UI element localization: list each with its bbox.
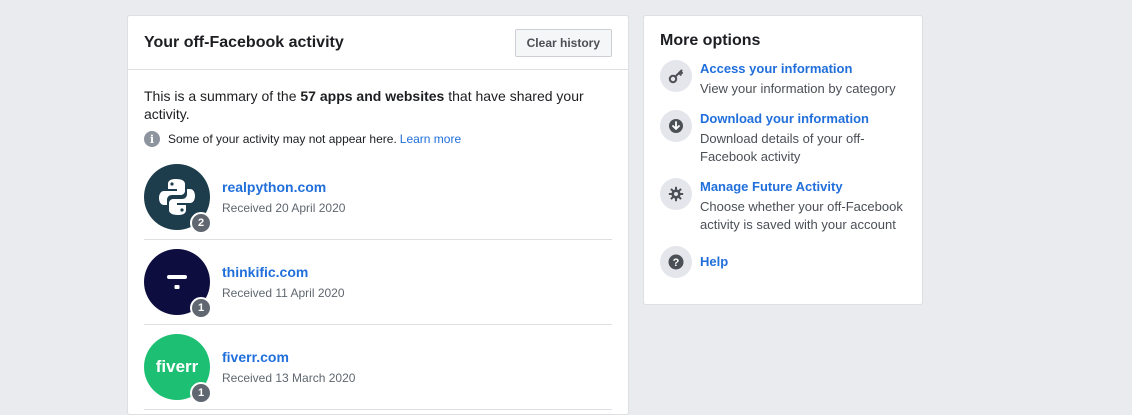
manage-future-activity-link[interactable]: Manage Future Activity [700,178,912,195]
notice: i Some of your activity may not appear h… [144,131,612,147]
download-information-link[interactable]: Download your information [700,110,912,127]
app-date: Received 11 April 2020 [222,286,345,300]
app-logo-wrap: 1 [144,249,212,319]
summary-count: 57 apps and websites [300,88,445,104]
app-list: 2 realpython.com Received 20 April 2020 [144,155,612,410]
app-info: fiverr.com Received 13 March 2020 [222,349,355,385]
fiverr-logo-text: fiverr [155,357,199,376]
more-options-card: More options Access your information Vie… [643,15,923,305]
app-name-link[interactable]: thinkific.com [222,264,345,280]
card-body: This is a summary of the 57 apps and web… [128,70,628,410]
access-information-link[interactable]: Access your information [700,60,912,77]
option-text: Download your information Download detai… [700,110,912,166]
count-badge: 1 [190,297,212,319]
app-info: thinkific.com Received 11 April 2020 [222,264,345,300]
list-item[interactable]: fiverr 1 fiverr.com Received 13 March 20… [144,325,612,410]
gear-icon [660,178,692,210]
clear-history-button[interactable]: Clear history [514,28,612,57]
app-name-link[interactable]: realpython.com [222,179,345,195]
option-text: Help [700,246,728,270]
svg-text:?: ? [673,257,680,269]
option-download-information[interactable]: Download your information Download detai… [660,110,906,166]
card-header: Your off-Facebook activity Clear history [128,16,628,70]
app-date: Received 13 March 2020 [222,371,356,385]
option-help[interactable]: ? Help [660,246,906,278]
option-text: Access your information View your inform… [700,60,912,98]
info-icon: i [144,131,160,147]
more-options-title: More options [660,32,761,49]
count-badge: 1 [190,382,212,404]
list-item[interactable]: 2 realpython.com Received 20 April 2020 [144,155,612,240]
help-icon: ? [660,246,692,278]
help-link[interactable]: Help [700,253,728,270]
option-desc: View your information by category [700,81,896,96]
app-name-link[interactable]: fiverr.com [222,349,355,365]
summary-text: This is a summary of the 57 apps and web… [144,87,604,123]
off-facebook-activity-card: Your off-Facebook activity Clear history… [127,15,629,415]
summary-pre: This is a summary of the [144,88,301,104]
key-icon [660,60,692,92]
app-info: realpython.com Received 20 April 2020 [222,179,345,215]
notice-text: Some of your activity may not appear her… [168,132,397,146]
list-item[interactable]: 1 thinkific.com Received 11 April 2020 [144,240,612,325]
option-manage-future-activity[interactable]: Manage Future Activity Choose whether yo… [660,178,906,234]
count-badge: 2 [190,212,212,234]
card-title: Your off-Facebook activity [144,33,344,51]
option-desc: Choose whether your off-Facebook activit… [700,199,903,232]
learn-more-link[interactable]: Learn more [400,132,461,146]
option-text: Manage Future Activity Choose whether yo… [700,178,912,234]
app-logo-wrap: 2 [144,164,212,234]
download-icon [660,110,692,142]
option-desc: Download details of your off-Facebook ac… [700,131,865,164]
app-logo-wrap: fiverr 1 [144,334,212,404]
option-access-information[interactable]: Access your information View your inform… [660,60,906,98]
app-date: Received 20 April 2020 [222,201,346,215]
